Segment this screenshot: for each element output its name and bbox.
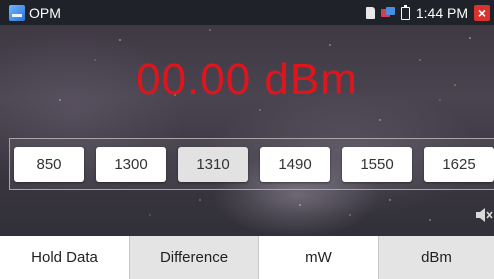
sd-card-icon bbox=[365, 7, 375, 19]
opm-app-icon bbox=[9, 5, 25, 21]
wavelength-button-1490[interactable]: 1490 bbox=[260, 147, 330, 182]
speaker-mute-icon[interactable] bbox=[475, 207, 493, 223]
app-title: OPM bbox=[29, 5, 61, 21]
clock-time: 1:44 PM bbox=[415, 5, 468, 21]
hold-data-button[interactable]: Hold Data bbox=[0, 236, 130, 279]
wavelength-button-1310[interactable]: 1310 bbox=[178, 147, 248, 182]
wavelength-button-1300[interactable]: 1300 bbox=[96, 147, 166, 182]
mw-unit-button[interactable]: mW bbox=[259, 236, 379, 279]
bottom-toolbar: Hold Data Difference mW dBm bbox=[0, 236, 494, 279]
wavelength-button-1625[interactable]: 1625 bbox=[424, 147, 494, 182]
battery-icon bbox=[400, 4, 410, 20]
status-icons: 1:44 PM × bbox=[365, 3, 490, 23]
difference-button[interactable]: Difference bbox=[130, 236, 259, 279]
status-bar: OPM 1:44 PM × bbox=[0, 0, 494, 25]
wavelength-button-850[interactable]: 850 bbox=[14, 147, 84, 182]
close-icon[interactable]: × bbox=[474, 5, 490, 21]
network-icon bbox=[380, 7, 395, 19]
wavelength-button-1550[interactable]: 1550 bbox=[342, 147, 412, 182]
dbm-unit-button[interactable]: dBm bbox=[379, 236, 494, 279]
power-reading: 00.00 dBm bbox=[136, 55, 358, 104]
